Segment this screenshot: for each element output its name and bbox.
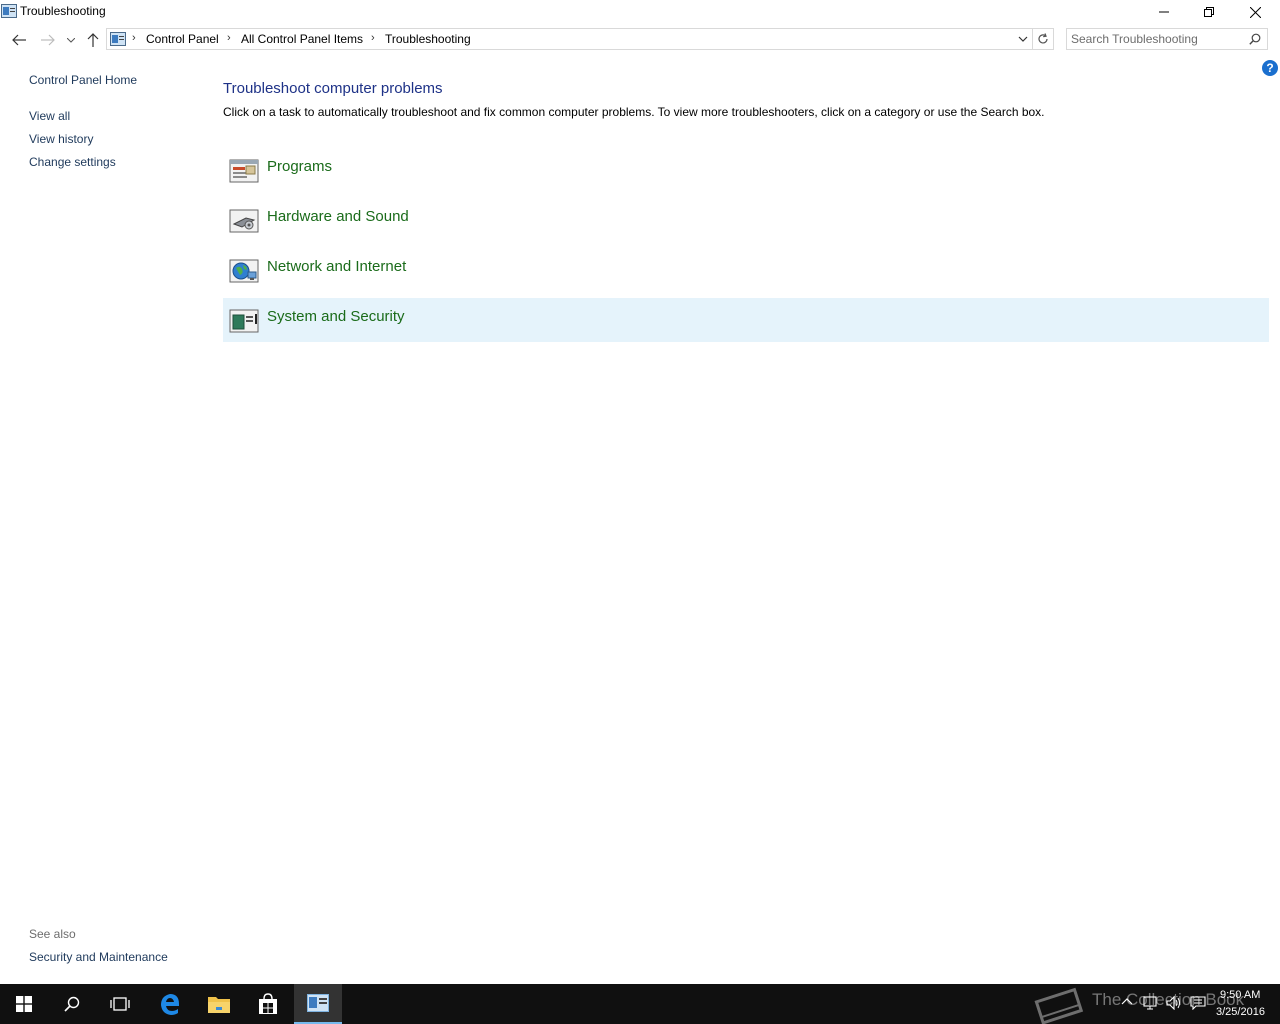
minimize-icon <box>1159 11 1169 13</box>
category-programs[interactable]: Programs <box>223 148 1269 192</box>
windows-logo-icon <box>16 996 32 1012</box>
breadcrumb-troubleshooting[interactable]: Troubleshooting <box>385 32 471 46</box>
programs-icon <box>229 159 259 183</box>
network-icon[interactable] <box>1143 996 1159 1010</box>
breadcrumb-separator-icon[interactable]: › <box>132 32 136 44</box>
troubleshooting-window: Troubleshooting › Control Panel › All Co… <box>0 0 1280 984</box>
see-also-heading: See also <box>29 927 76 941</box>
close-button[interactable] <box>1232 0 1278 24</box>
navigation-bar: › Control Panel › All Control Panel Item… <box>0 26 1280 54</box>
search-icon[interactable] <box>1249 33 1261 45</box>
show-hidden-icons-icon[interactable] <box>1121 996 1133 1008</box>
action-center-icon[interactable] <box>1190 996 1206 1010</box>
search-taskbar-button[interactable] <box>48 984 96 1024</box>
category-label[interactable]: Network and Internet <box>267 258 406 275</box>
refresh-icon <box>1038 33 1048 44</box>
task-view-button[interactable] <box>96 984 144 1024</box>
hardware-sound-icon <box>229 209 259 233</box>
search-box[interactable] <box>1066 28 1268 50</box>
up-arrow-icon <box>87 33 99 47</box>
category-label[interactable]: Programs <box>267 158 332 175</box>
chevron-down-icon <box>67 37 75 43</box>
category-label[interactable]: Hardware and Sound <box>267 208 409 225</box>
troubleshooting-icon <box>1 4 17 18</box>
address-bar[interactable]: › Control Panel › All Control Panel Item… <box>106 28 1033 50</box>
clock-date[interactable]: 3/25/2016 <box>1216 1006 1265 1018</box>
recent-locations-button[interactable] <box>61 30 81 50</box>
breadcrumb-separator-icon[interactable]: › <box>371 32 375 44</box>
title-bar: Troubleshooting <box>0 0 1280 24</box>
security-maintenance-link[interactable]: Security and Maintenance <box>29 950 168 964</box>
back-arrow-icon <box>12 34 26 46</box>
address-dropdown-icon[interactable] <box>1016 32 1030 46</box>
restore-icon <box>1204 7 1214 17</box>
control-panel-icon <box>307 994 329 1012</box>
file-explorer-button[interactable] <box>195 984 243 1024</box>
refresh-button[interactable] <box>1033 28 1054 50</box>
search-input[interactable] <box>1071 31 1241 47</box>
start-button[interactable] <box>0 984 48 1024</box>
change-settings-link[interactable]: Change settings <box>29 155 116 169</box>
forward-button[interactable] <box>37 30 59 50</box>
edge-browser-icon <box>161 994 179 1015</box>
close-icon <box>1249 6 1261 18</box>
breadcrumb-separator-icon[interactable]: › <box>227 32 231 44</box>
forward-arrow-icon <box>41 34 55 46</box>
back-button[interactable] <box>8 30 30 50</box>
control-panel-home-link[interactable]: Control Panel Home <box>29 73 137 87</box>
category-network-and-internet[interactable]: Network and Internet <box>223 248 1269 292</box>
help-button[interactable]: ? <box>1262 60 1278 76</box>
up-button[interactable] <box>82 30 104 50</box>
taskbar: The Collection Book 9:50 AM 3/25/2016 <box>0 984 1280 1024</box>
page-description: Click on a task to automatically trouble… <box>223 105 1045 119</box>
store-bag-icon <box>259 993 277 1014</box>
page-title: Troubleshoot computer problems <box>223 80 443 97</box>
window-title: Troubleshooting <box>20 4 106 18</box>
volume-icon[interactable] <box>1166 996 1182 1010</box>
control-panel-taskbar-button[interactable] <box>294 984 342 1024</box>
task-view-icon <box>110 997 130 1011</box>
control-panel-icon <box>110 32 126 46</box>
category-label[interactable]: System and Security <box>267 308 405 325</box>
edge-button[interactable] <box>146 984 194 1024</box>
store-button[interactable] <box>244 984 292 1024</box>
breadcrumb-control-panel[interactable]: Control Panel <box>146 32 219 46</box>
view-all-link[interactable]: View all <box>29 109 70 123</box>
clock-time[interactable]: 9:50 AM <box>1220 989 1260 1001</box>
minimize-button[interactable] <box>1141 0 1187 24</box>
restore-button[interactable] <box>1186 0 1232 24</box>
category-hardware-and-sound[interactable]: Hardware and Sound <box>223 198 1269 242</box>
network-internet-icon <box>229 259 259 283</box>
breadcrumb-all-items[interactable]: All Control Panel Items <box>241 32 363 46</box>
system-security-icon <box>229 309 259 333</box>
folder-icon <box>208 997 230 1013</box>
category-system-and-security[interactable]: System and Security <box>223 298 1269 342</box>
view-history-link[interactable]: View history <box>29 132 93 146</box>
search-icon <box>64 996 80 1012</box>
